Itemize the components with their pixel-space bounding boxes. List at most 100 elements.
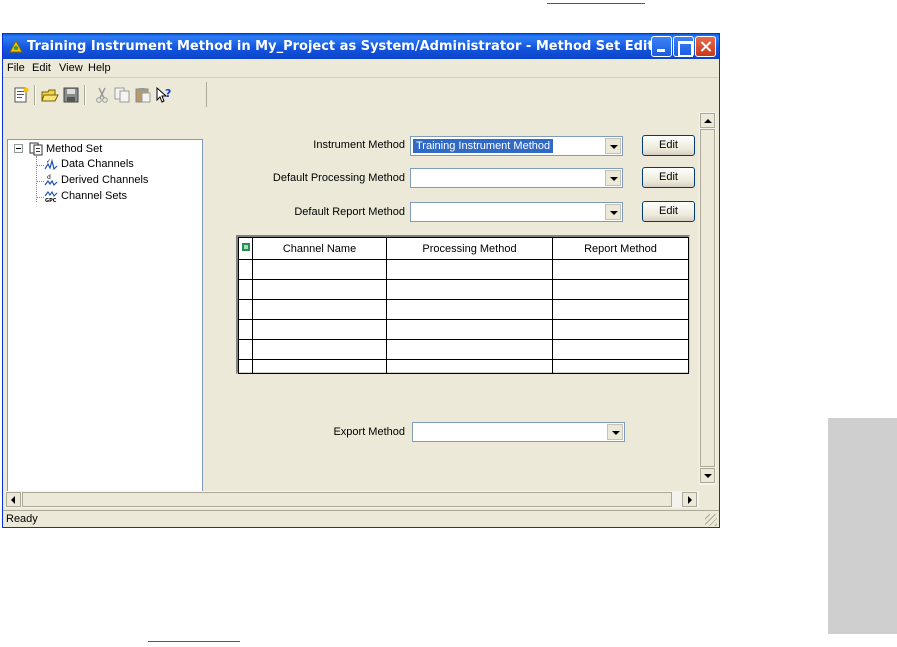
- open-folder-icon[interactable]: [41, 86, 59, 104]
- tree-item-derived-channels[interactable]: Derived Channels: [61, 174, 148, 186]
- edit-processing-method-button[interactable]: Edit: [642, 167, 695, 188]
- grid-corner-icon[interactable]: [238, 237, 253, 260]
- link-underline-top[interactable]: [547, 0, 645, 4]
- table-row[interactable]: [238, 339, 689, 360]
- column-header-report-method[interactable]: Report Method: [552, 237, 689, 260]
- cell-report-method[interactable]: [552, 279, 689, 300]
- cell-processing-method[interactable]: [386, 339, 553, 360]
- cell-processing-method[interactable]: [386, 279, 553, 300]
- paste-icon[interactable]: [134, 86, 152, 104]
- cell-report-method[interactable]: [552, 339, 689, 360]
- default-report-method-combo[interactable]: [410, 202, 623, 222]
- copy-icon[interactable]: [113, 86, 131, 104]
- instrument-method-value: Training Instrument Method: [413, 139, 554, 153]
- cell-report-method[interactable]: [552, 299, 689, 320]
- link-underline-bottom[interactable]: [148, 636, 240, 642]
- cut-icon[interactable]: [93, 86, 111, 104]
- maximize-button[interactable]: [673, 36, 694, 57]
- tree-connector: [36, 181, 44, 182]
- export-method-label: Export Method: [333, 426, 405, 438]
- default-report-method-value: [413, 205, 419, 219]
- chevron-down-icon[interactable]: [605, 170, 621, 186]
- cell-channel-name[interactable]: [252, 299, 387, 320]
- table-row[interactable]: [238, 279, 689, 300]
- method-set-editor-window: Training Instrument Method in My_Project…: [2, 33, 720, 528]
- horizontal-scroll-thumb[interactable]: [22, 492, 672, 507]
- toolbar-separator: [34, 85, 36, 105]
- vertical-scroll-thumb[interactable]: [700, 129, 715, 467]
- svg-text:?: ?: [165, 87, 171, 100]
- default-processing-method-combo[interactable]: [410, 168, 623, 188]
- cell-channel-name[interactable]: [252, 319, 387, 340]
- export-method-combo[interactable]: [412, 422, 625, 442]
- horizontal-scrollbar[interactable]: [5, 491, 699, 508]
- column-header-channel-name[interactable]: Channel Name: [252, 237, 387, 260]
- whats-this-help-icon[interactable]: ?: [155, 86, 173, 104]
- page: Training Instrument Method in My_Project…: [0, 0, 897, 647]
- row-header[interactable]: [238, 339, 253, 360]
- export-method-value: [415, 425, 421, 439]
- column-header-processing-method[interactable]: Processing Method: [386, 237, 553, 260]
- tree-item-method-set[interactable]: Method Set: [46, 143, 102, 155]
- tree-item-channel-sets[interactable]: Channel Sets: [61, 190, 127, 202]
- row-header[interactable]: [238, 319, 253, 340]
- default-report-method-label: Default Report Method: [294, 206, 405, 218]
- table-row[interactable]: [238, 359, 689, 374]
- cell-channel-name[interactable]: [252, 279, 387, 300]
- chevron-down-icon[interactable]: [605, 138, 621, 154]
- cell-channel-name[interactable]: [252, 259, 387, 280]
- derived-channels-icon: d: [44, 174, 58, 187]
- minimize-button[interactable]: [651, 36, 672, 57]
- table-row[interactable]: [238, 259, 689, 280]
- cell-processing-method[interactable]: [386, 319, 553, 340]
- toolbar-separator: [84, 85, 86, 105]
- menu-file[interactable]: File: [7, 62, 25, 74]
- tree-item-data-channels[interactable]: Data Channels: [61, 158, 134, 170]
- menu-help[interactable]: Help: [88, 62, 111, 74]
- cell-report-method[interactable]: [552, 319, 689, 340]
- channel-grid[interactable]: Channel Name Processing Method Report Me…: [236, 235, 690, 374]
- data-channels-icon: ✓: [44, 158, 58, 171]
- method-set-icon: [29, 142, 43, 156]
- vertical-scrollbar[interactable]: [699, 112, 716, 485]
- cell-channel-name[interactable]: [252, 339, 387, 360]
- table-row[interactable]: [238, 299, 689, 320]
- title-bar[interactable]: Training Instrument Method in My_Project…: [3, 34, 719, 59]
- chevron-down-icon[interactable]: [605, 204, 621, 220]
- scroll-left-arrow-icon[interactable]: [6, 492, 21, 507]
- scroll-down-arrow-icon[interactable]: [700, 468, 715, 483]
- cell-report-method[interactable]: [552, 359, 689, 374]
- table-row[interactable]: [238, 319, 689, 340]
- close-button[interactable]: [695, 36, 716, 57]
- collapse-toggle[interactable]: [14, 144, 23, 153]
- instrument-method-label: Instrument Method: [313, 139, 405, 151]
- cell-processing-method[interactable]: [386, 299, 553, 320]
- menu-view[interactable]: View: [59, 62, 83, 74]
- cell-report-method[interactable]: [552, 259, 689, 280]
- edit-instrument-method-button[interactable]: Edit: [642, 135, 695, 156]
- row-header[interactable]: [238, 259, 253, 280]
- svg-text:d: d: [47, 174, 51, 181]
- row-header[interactable]: [238, 299, 253, 320]
- status-bar: Ready: [3, 510, 719, 527]
- tree-connector: [36, 165, 44, 166]
- row-header[interactable]: [238, 359, 253, 374]
- resize-grip-icon[interactable]: [705, 514, 717, 526]
- instrument-method-combo[interactable]: Training Instrument Method: [410, 136, 623, 156]
- cell-processing-method[interactable]: [386, 259, 553, 280]
- app-icon: [9, 40, 23, 53]
- menu-edit[interactable]: Edit: [32, 62, 51, 74]
- side-tab: [828, 418, 897, 634]
- save-icon[interactable]: [62, 86, 80, 104]
- scroll-right-arrow-icon[interactable]: [682, 492, 697, 507]
- new-icon[interactable]: [12, 86, 30, 104]
- grid-select-all-icon: [241, 243, 250, 251]
- scroll-up-arrow-icon[interactable]: [700, 113, 715, 128]
- cell-processing-method[interactable]: [386, 359, 553, 374]
- row-header[interactable]: [238, 279, 253, 300]
- method-set-tree[interactable]: Method Set ✓ Data Channels d Derived Cha…: [7, 139, 203, 492]
- svg-text:✓: ✓: [46, 158, 51, 165]
- cell-channel-name[interactable]: [252, 359, 387, 374]
- edit-report-method-button[interactable]: Edit: [642, 201, 695, 222]
- chevron-down-icon[interactable]: [607, 424, 623, 440]
